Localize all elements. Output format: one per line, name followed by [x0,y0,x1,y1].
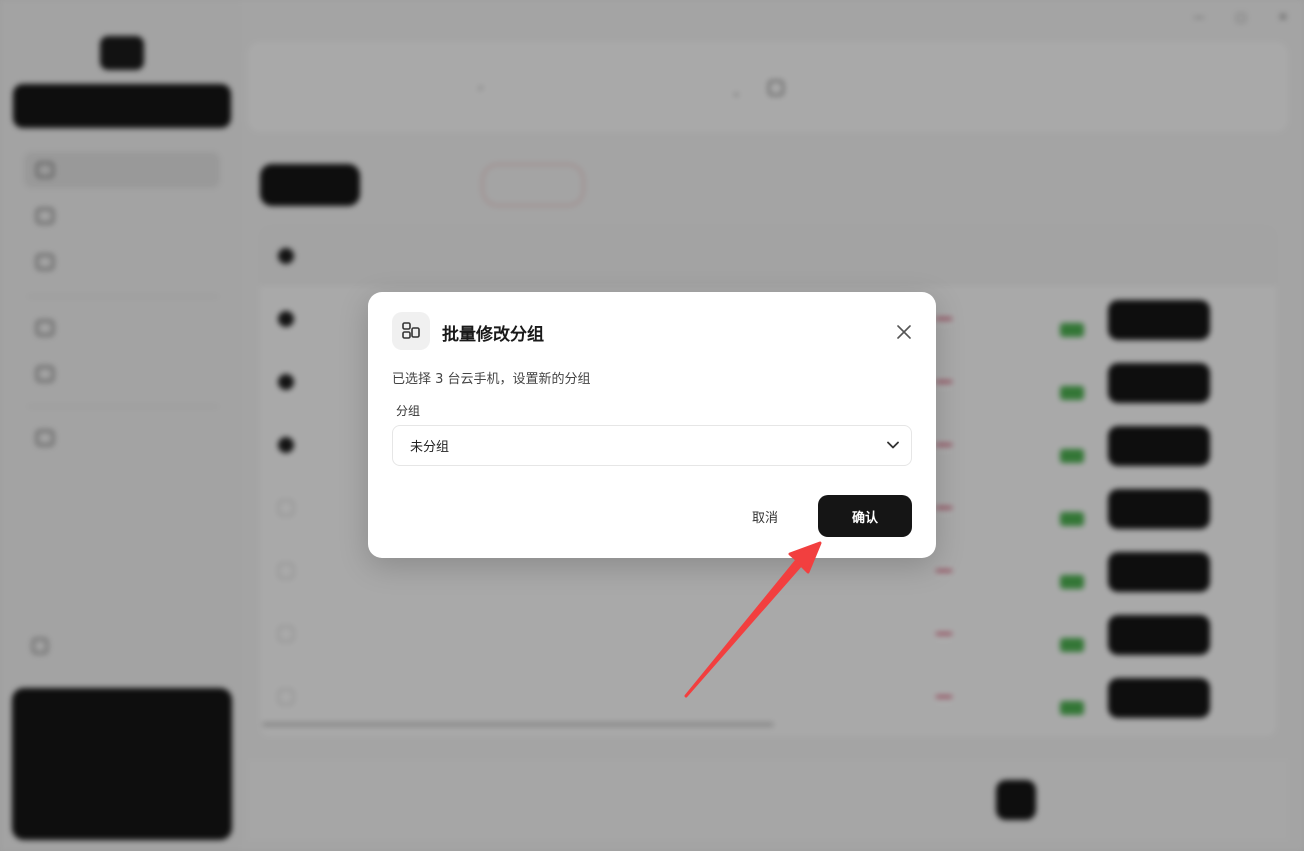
group-select-value: 未分组 [410,440,450,455]
dialog-title: 批量修改分组 [442,325,544,345]
group-select[interactable]: 未分组 [392,425,912,466]
dialog-description: 已选择 3 台云手机，设置新的分组 [392,372,591,387]
group-field-label: 分组 [396,404,421,418]
batch-edit-group-dialog: 批量修改分组 已选择 3 台云手机，设置新的分组 分组 未分组 取消 确认 [368,292,936,558]
cancel-button[interactable]: 取消 [730,495,800,537]
chevron-down-icon [887,438,899,453]
confirm-button[interactable]: 确认 [818,495,912,537]
group-edit-icon [392,312,430,350]
close-icon[interactable] [892,320,916,344]
